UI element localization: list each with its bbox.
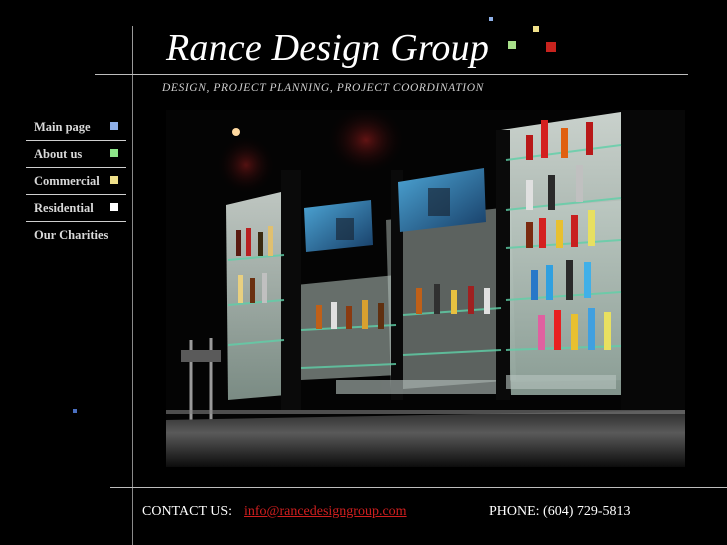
site-tagline: DESIGN, PROJECT PLANNING, PROJECT COORDI… (162, 82, 484, 94)
footer-divider (110, 487, 727, 488)
nav-item-residential[interactable]: Residential (26, 195, 126, 222)
nav-item-about-us[interactable]: About us (26, 141, 126, 168)
nav-item-label[interactable]: About us (34, 147, 82, 162)
sidebar-vertical-rule (132, 75, 133, 545)
contact-label: CONTACT US: (142, 504, 233, 519)
nav-item-main-page[interactable]: Main page (26, 114, 126, 141)
decor-square-green (508, 41, 516, 49)
bar-illustration (166, 110, 685, 467)
nav-square-icon (110, 122, 118, 130)
nav-item-our-charities[interactable]: Our Charities (26, 222, 126, 249)
phone-number: PHONE: (604) 729-5813 (489, 504, 631, 519)
nav-item-label[interactable]: Our Charities (34, 228, 108, 243)
decor-square-yellow (533, 26, 539, 32)
decor-square-red (546, 42, 556, 52)
nav-item-label[interactable]: Commercial (34, 174, 100, 189)
decor-square-small (73, 409, 77, 413)
hero-photo (166, 110, 685, 467)
sidebar-nav: Main page About us Commercial Residentia… (26, 114, 126, 249)
nav-square-icon (110, 176, 118, 184)
decor-square-blue (489, 17, 493, 21)
contact-email-link[interactable]: info@rancedesigngroup.com (244, 504, 407, 520)
header-divider (95, 74, 688, 75)
nav-square-icon (110, 149, 118, 157)
nav-item-label[interactable]: Main page (34, 120, 91, 135)
nav-item-label[interactable]: Residential (34, 201, 94, 216)
nav-square-icon (110, 203, 118, 211)
header-vertical-rule (132, 26, 133, 75)
nav-item-commercial[interactable]: Commercial (26, 168, 126, 195)
site-title: Rance Design Group (166, 27, 490, 69)
